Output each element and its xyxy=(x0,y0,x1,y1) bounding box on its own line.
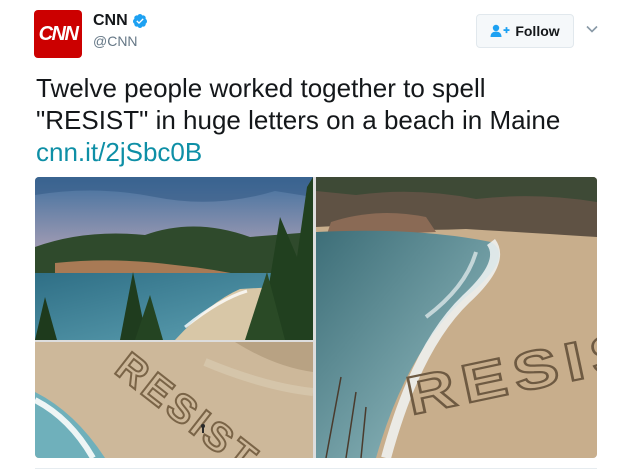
avatar-logo-text: CNN xyxy=(38,22,79,45)
tweet-text: Twelve people worked together to spell "… xyxy=(36,72,596,136)
avatar[interactable]: CNN xyxy=(34,10,82,58)
tweet-link[interactable]: cnn.it/2jSbc0B xyxy=(36,136,202,168)
divider xyxy=(35,468,597,469)
verified-badge-icon xyxy=(132,14,147,28)
follow-button-label: Follow xyxy=(515,23,560,39)
follow-button[interactable]: Follow xyxy=(476,14,574,48)
photo-aerial-beach[interactable]: RESIST xyxy=(35,342,313,458)
account-name-block[interactable]: CNN @CNN xyxy=(93,12,148,49)
tweet-text-line-2: "RESIST" in huge letters on a beach in M… xyxy=(36,105,561,135)
tweet-header: CNN CNN @CNN Follow xyxy=(34,6,610,62)
photo-coastline[interactable] xyxy=(35,177,313,340)
account-handle[interactable]: @CNN xyxy=(93,33,148,49)
photo-beach-cove[interactable]: RESIST xyxy=(316,177,597,458)
display-name[interactable]: CNN xyxy=(93,12,128,30)
tweet-media-grid: RESIST RESIST xyxy=(35,177,597,458)
chevron-down-icon[interactable] xyxy=(585,22,599,36)
tweet-text-line-1: Twelve people worked together to spell xyxy=(36,73,486,103)
follow-user-plus-icon xyxy=(490,24,510,37)
